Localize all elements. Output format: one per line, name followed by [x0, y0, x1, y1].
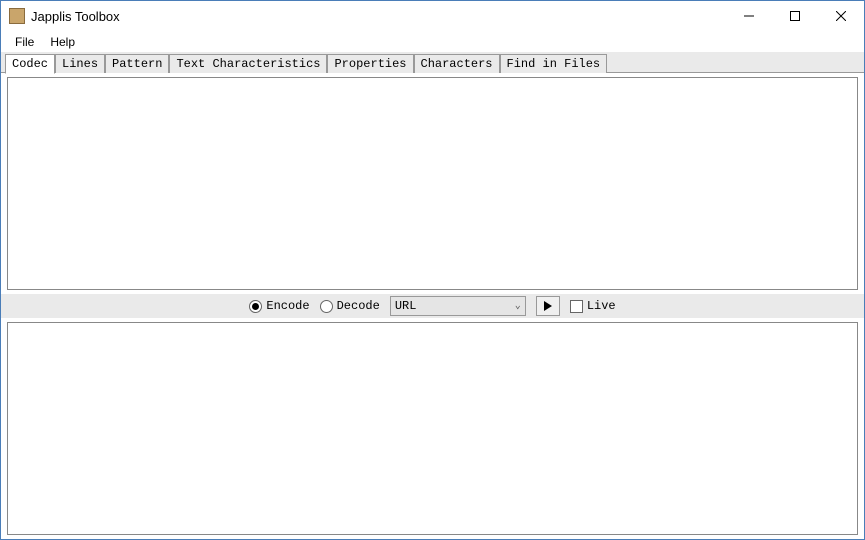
tab-pattern[interactable]: Pattern: [105, 54, 169, 73]
codec-panel: Encode Decode URL ⌄ Live: [1, 73, 864, 539]
output-textarea[interactable]: [8, 323, 857, 534]
maximize-icon: [790, 11, 800, 21]
close-button[interactable]: [818, 1, 864, 31]
format-select[interactable]: URL ⌄: [390, 296, 526, 316]
tabstrip: Codec Lines Pattern Text Characteristics…: [1, 52, 864, 73]
input-textarea[interactable]: [8, 78, 857, 289]
tab-lines[interactable]: Lines: [55, 54, 105, 73]
minimize-icon: [744, 11, 754, 21]
radio-icon: [320, 300, 333, 313]
tab-text-characteristics[interactable]: Text Characteristics: [169, 54, 327, 73]
chevron-down-icon: ⌄: [515, 300, 521, 312]
input-pane: [7, 77, 858, 290]
tab-codec[interactable]: Codec: [5, 54, 55, 74]
codec-toolbar: Encode Decode URL ⌄ Live: [1, 294, 864, 318]
run-button[interactable]: [536, 296, 560, 316]
decode-radio[interactable]: Decode: [320, 299, 380, 313]
window-controls: [726, 1, 864, 31]
close-icon: [836, 11, 846, 21]
play-icon: [543, 301, 553, 311]
decode-label: Decode: [337, 299, 380, 313]
format-selected-value: URL: [395, 299, 417, 313]
live-label: Live: [587, 299, 616, 313]
radio-icon: [249, 300, 262, 313]
mode-radio-group: Encode Decode: [249, 299, 379, 313]
encode-radio[interactable]: Encode: [249, 299, 309, 313]
live-checkbox[interactable]: Live: [570, 299, 616, 313]
menubar: File Help: [1, 31, 864, 52]
checkbox-icon: [570, 300, 583, 313]
app-icon: [9, 8, 25, 24]
titlebar: Japplis Toolbox: [1, 1, 864, 31]
tab-properties[interactable]: Properties: [327, 54, 413, 73]
menu-file[interactable]: File: [7, 33, 42, 51]
tab-characters[interactable]: Characters: [414, 54, 500, 73]
window-title: Japplis Toolbox: [31, 9, 726, 24]
encode-label: Encode: [266, 299, 309, 313]
output-pane: [7, 322, 858, 535]
maximize-button[interactable]: [772, 1, 818, 31]
minimize-button[interactable]: [726, 1, 772, 31]
menu-help[interactable]: Help: [42, 33, 83, 51]
tab-find-in-files[interactable]: Find in Files: [500, 54, 608, 73]
